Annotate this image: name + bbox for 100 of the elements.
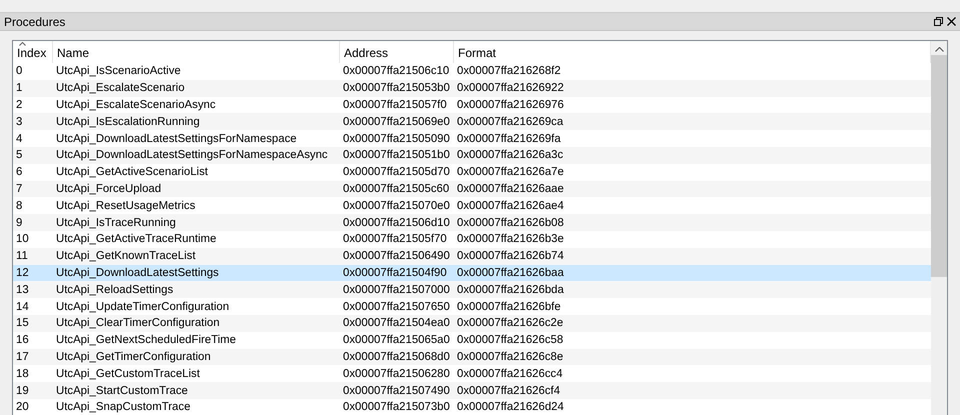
- table-cell-text: UtcApi_ClearTimerConfiguration: [55, 317, 221, 330]
- table-row[interactable]: 13 UtcApi_ReloadSettings 0x00007ffa21507000 0x00007ffa21626bda: [13, 281, 931, 298]
- table-cell-text: 0x00007ffa21626c2e: [456, 317, 564, 330]
- table-cell-text: 0x00007ffa21506280: [342, 368, 451, 380]
- table-cell-text: 15: [15, 317, 30, 330]
- table-cell-text: 5: [15, 149, 24, 162]
- table-cell-text: 20: [15, 401, 30, 414]
- table-cell-text: UtcApi_EscalateScenario: [55, 82, 186, 94]
- table-cell-text: 0x00007ffa216269fa: [456, 132, 562, 145]
- table-row[interactable]: 17 UtcApi_GetTimerConfiguration 0x00007ffa215068d0 0x00007ffa21626c8e: [13, 348, 931, 366]
- table-cell-text: 3: [15, 116, 24, 128]
- table-cell-text: 10: [15, 233, 30, 246]
- table-row[interactable]: 7 UtcApi_ForceUpload 0x00007ffa21505c60 0x00007ffa21626aae: [13, 180, 931, 198]
- table-cell-text: 2: [15, 98, 24, 111]
- table-cell-text: 0x00007ffa21626baa: [456, 266, 565, 279]
- table-cell-text: 0x00007ffa215070e0: [342, 200, 451, 212]
- table-row[interactable]: 1 UtcApi_EscalateScenario 0x00007ffa215053b0 0x00007ffa21626922: [13, 80, 931, 97]
- table-cell-text: 0x00007ffa215065a0: [342, 334, 451, 346]
- table-cell-text: 0x00007ffa216269ca: [456, 116, 564, 128]
- table-cell-text: UtcApi_GetActiveScenarioList: [55, 166, 209, 178]
- table-cell-text: 0x00007ffa21506490: [342, 250, 451, 262]
- table-cell-text: UtcApi_GetCustomTraceList: [55, 368, 201, 380]
- scrollbar-thumb[interactable]: [931, 55, 947, 277]
- table-cell-text: 0x00007ffa21505c60: [342, 182, 450, 195]
- table-cell-text: 0x00007ffa21506c10: [342, 65, 450, 78]
- table-cell-text: 0x00007ffa215053b0: [342, 82, 451, 94]
- table-row[interactable]: 9 UtcApi_IsTraceRunning 0x00007ffa21506d10 0x00007ffa21626b08: [13, 214, 931, 231]
- table-row[interactable]: 19 UtcApi_StartCustomTrace 0x00007ffa21507490 0x00007ffa21626cf4: [13, 382, 931, 399]
- table-cell-text: 0x00007ffa21626a7e: [456, 166, 565, 178]
- table-cell-text: 0x00007ffa215057f0: [342, 98, 448, 111]
- table-cell-text: 0x00007ffa21626b74: [456, 250, 565, 262]
- table-cell-text: 0x00007ffa21507000: [342, 284, 451, 296]
- table-cell-text: UtcApi_IsScenarioActive: [55, 65, 182, 78]
- table-cell-text: 0x00007ffa21626b08: [456, 216, 565, 229]
- table-cell-text: UtcApi_GetNextScheduledFireTime: [55, 334, 238, 346]
- table-cell-text: 0x00007ffa215068d0: [342, 350, 451, 363]
- table-cell-text: 8: [15, 200, 24, 212]
- table-row[interactable]: 15 UtcApi_ClearTimerConfiguration 0x00007ffa21504ea0 0x00007ffa21626c2e: [13, 314, 931, 332]
- table-row[interactable]: 11 UtcApi_GetKnownTraceList 0x00007ffa21506490 0x00007ffa21626b74: [13, 248, 931, 265]
- table-cell-text: 0x00007ffa21626d24: [456, 401, 565, 414]
- table-cell-text: UtcApi_GetActiveTraceRuntime: [55, 233, 218, 246]
- table-cell-text: 0x00007ffa21626cc4: [456, 368, 564, 380]
- table-cell-text: 16: [15, 334, 30, 346]
- table-row[interactable]: 2 UtcApi_EscalateScenarioAsync 0x00007ffa215057f0 0x00007ffa21626976: [13, 96, 931, 114]
- table-cell-text: 0x00007ffa21505d70: [342, 166, 451, 178]
- table-cell-text: 4: [15, 132, 24, 145]
- table-cell-text: UtcApi_IsTraceRunning: [55, 216, 177, 229]
- table-cell-text: 11: [15, 250, 29, 262]
- close-icon[interactable]: [947, 17, 956, 26]
- table-cell-text: 0x00007ffa21626bfe: [456, 300, 562, 313]
- table-cell-text: UtcApi_UpdateTimerConfiguration: [55, 300, 230, 313]
- table-cell-text: UtcApi_ReloadSettings: [55, 284, 174, 296]
- table-cell-text: 0x00007ffa215051b0: [342, 149, 451, 162]
- table-cell-text: UtcApi_DownloadLatestSettingsForNamespaceAsync: [55, 149, 329, 162]
- table-cell-text: 0x00007ffa21626b3e: [456, 233, 565, 246]
- table-cell-text: 0x00007ffa21626ae4: [456, 200, 565, 212]
- table-cell-text: UtcApi_ForceUpload: [55, 182, 162, 195]
- table-cell-text: UtcApi_StartCustomTrace: [55, 384, 189, 397]
- scroll-up-icon[interactable]: [934, 47, 944, 52]
- table-cell-text: 0x00007ffa21626976: [456, 98, 565, 111]
- table-cell-text: 0x00007ffa21505f70: [342, 233, 448, 246]
- table-cell-text: 0x00007ffa21626c58: [456, 334, 564, 346]
- table-cell-text: 0x00007ffa21626922: [456, 82, 565, 94]
- table-row[interactable]: 3 UtcApi_IsEscalationRunning 0x00007ffa215069e0 0x00007ffa216269ca: [13, 113, 931, 130]
- table-cell-text: 0x00007ffa21626bda: [456, 284, 565, 296]
- table-cell-text: 0x00007ffa21626c8e: [456, 350, 564, 363]
- table-cell-text: 0x00007ffa21505090: [342, 132, 451, 145]
- table-cell-text: 13: [15, 284, 30, 296]
- table-cell-text: 0x00007ffa21626a3c: [456, 149, 564, 162]
- table-cell-text: 0x00007ffa216268f2: [456, 65, 562, 78]
- table-cell-text: 1: [15, 82, 24, 94]
- table-cell-text: UtcApi_SnapCustomTrace: [55, 401, 192, 414]
- restore-icon[interactable]: [934, 17, 943, 26]
- table-row[interactable]: 12 UtcApi_DownloadLatestSettings 0x00007ffa21504f90 0x00007ffa21626baa: [13, 264, 931, 282]
- table-cell-text: 19: [15, 384, 30, 397]
- table-cell-text: UtcApi_GetTimerConfiguration: [55, 350, 212, 363]
- table-cell-text: UtcApi_EscalateScenarioAsync: [55, 98, 217, 111]
- table-cell-text: 12: [15, 266, 30, 279]
- table-cell-text: 14: [15, 300, 30, 313]
- table-cell-text: 17: [15, 350, 30, 363]
- table-cell-text: 0: [15, 65, 24, 78]
- table-cell-text: UtcApi_ResetUsageMetrics: [55, 200, 196, 212]
- table-row[interactable]: 5 UtcApi_DownloadLatestSettingsForNamespaceAsync 0x00007ffa215051b0 0x00007ffa21626a3c: [13, 146, 931, 164]
- table-cell-text: 0x00007ffa21507650: [342, 300, 451, 313]
- table-cell-text: UtcApi_DownloadLatestSettings: [55, 266, 220, 279]
- panel-title: Procedures: [4, 14, 66, 28]
- table-cell-text: 9: [15, 216, 24, 229]
- table-cell-text: 0x00007ffa21504f90: [342, 266, 448, 279]
- table-cell-text: 6: [15, 166, 24, 178]
- scrollbar[interactable]: [931, 41, 947, 415]
- table-cell-text: 0x00007ffa21506d10: [342, 216, 451, 229]
- table-cell-text: 7: [15, 182, 24, 195]
- table-cell-text: 18: [15, 368, 30, 380]
- table-cell-text: 0x00007ffa21626aae: [456, 182, 565, 195]
- table-cell-text: UtcApi_IsEscalationRunning: [55, 116, 201, 128]
- table-cell-text: UtcApi_DownloadLatestSettingsForNamespace: [55, 132, 298, 145]
- table-cell-text: 0x00007ffa21626cf4: [456, 384, 562, 397]
- table-cell-text: 0x00007ffa215073b0: [342, 401, 451, 414]
- table-cell-text: UtcApi_GetKnownTraceList: [55, 250, 196, 262]
- table-cell-text: 0x00007ffa21504ea0: [342, 317, 451, 330]
